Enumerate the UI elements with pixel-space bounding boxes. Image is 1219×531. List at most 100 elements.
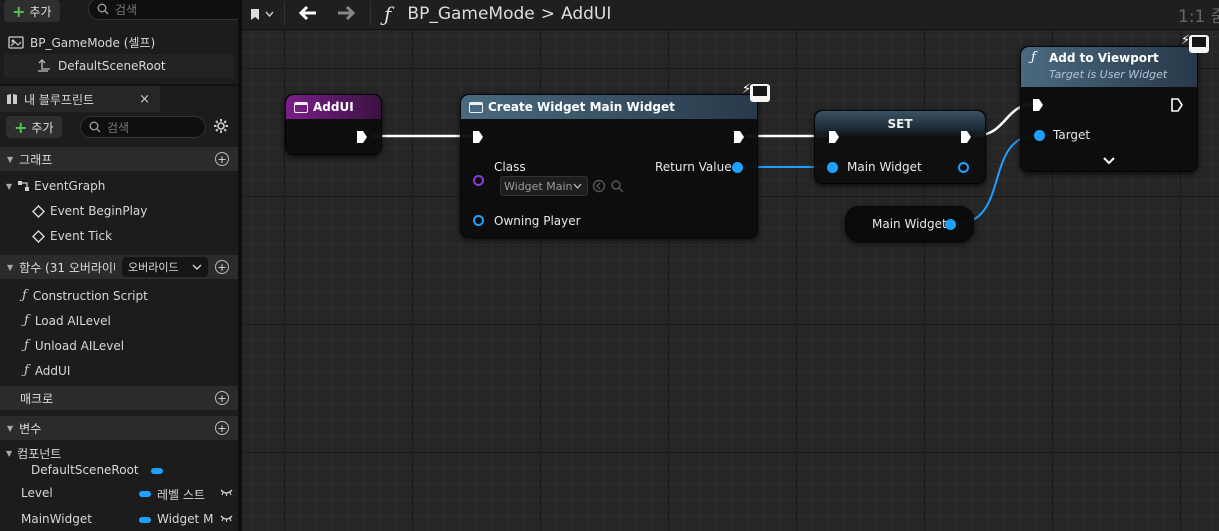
section-variables-label: 변수 [19, 421, 42, 436]
add-graph-icon[interactable]: + [215, 152, 229, 166]
authority-bolt-icon: ⚡ [742, 82, 752, 97]
use-selected-icon[interactable] [592, 179, 606, 193]
client-only-monitor-icon [1189, 35, 1209, 53]
variable-item-defaultsceneroot[interactable]: DefaultSceneRoot [31, 463, 231, 477]
collapse-arrow-icon: ▼ [6, 449, 13, 458]
exec-in-pin[interactable] [1032, 98, 1044, 112]
set-node[interactable]: SET Main Widget [814, 110, 986, 184]
plus-icon: + [12, 1, 26, 21]
class-select-value: Widget Main [504, 179, 573, 193]
construction-function-icon: ƒ [22, 288, 27, 303]
variable-category-components[interactable]: ▼ 컴포넌트 [6, 445, 61, 462]
main-widget-getter-node[interactable]: Main Widget [845, 206, 974, 242]
node-window-icon [294, 101, 308, 113]
main-widget-output-pin[interactable] [958, 162, 969, 173]
object-type-pill-icon [139, 491, 151, 497]
variable-item-mainwidget[interactable]: MainWidget Widget M [21, 512, 235, 526]
getter-label: Main Widget [872, 217, 947, 231]
event-diamond-icon [32, 229, 45, 243]
add-variable-icon[interactable]: + [215, 421, 229, 435]
blueprint-icon [8, 35, 24, 49]
exec-out-pin[interactable] [960, 130, 972, 144]
add-to-viewport-header: ƒ Add to Viewport Target is User Widget [1021, 47, 1197, 87]
add-macro-icon[interactable]: + [215, 391, 229, 405]
top-search-placeholder: 검색 [115, 2, 138, 17]
object-type-pill-icon [139, 517, 151, 523]
function-item-addui[interactable]: ƒ AddUI [24, 363, 70, 378]
expand-chevron-icon[interactable] [1103, 157, 1115, 165]
add-function-icon[interactable]: + [215, 260, 229, 274]
component-root-label: BP_GameMode (셀프) [30, 35, 156, 50]
function-item-label: AddUI [34, 363, 71, 378]
book-icon [7, 94, 17, 104]
graph-item-tick[interactable]: Event Tick [32, 229, 112, 243]
search-icon [89, 121, 101, 133]
variable-name: Level [21, 486, 53, 500]
function-item-loadailevel[interactable]: ƒ Load AILevel [24, 313, 111, 328]
section-functions-label: 함수 (31 오버라이더블 [19, 260, 115, 275]
section-variables[interactable]: ▼ 변수 + [0, 416, 238, 440]
function-item-label: Unload AILevel [34, 338, 125, 353]
top-add-label: 추가 [29, 4, 52, 19]
create-widget-node[interactable]: Create Widget Main Widget Class Widget M… [460, 94, 758, 238]
component-root-item[interactable]: BP_GameMode (셀프) [8, 33, 155, 51]
function-icon: ƒ [24, 363, 29, 378]
search-input[interactable]: 검색 [80, 116, 206, 138]
eye-closed-icon[interactable] [220, 489, 233, 496]
scene-root-icon [38, 59, 50, 72]
function-item-construction[interactable]: ƒ Construction Script [22, 288, 148, 303]
my-blueprint-tab[interactable]: 내 블루프린트 × [0, 86, 160, 112]
top-search-input[interactable]: 검색 [88, 0, 238, 20]
function-item-label: Construction Script [32, 288, 148, 303]
exec-out-pin[interactable] [1171, 98, 1183, 112]
target-pin[interactable] [1034, 130, 1045, 141]
section-macros[interactable]: 매크로 + [0, 386, 238, 410]
variable-item-level[interactable]: Level 레벨 스트 [21, 486, 235, 502]
add-to-viewport-node[interactable]: ƒ Add to Viewport Target is User Widget … [1020, 46, 1198, 172]
graph-item-label: EventGraph [34, 179, 106, 193]
variable-type: 레벨 스트 [157, 488, 205, 502]
getter-output-pin[interactable] [945, 219, 956, 230]
variable-type: Widget M [157, 512, 214, 526]
add-to-viewport-subtitle: Target is User Widget [1049, 68, 1168, 81]
target-pin-label: Target [1053, 128, 1091, 142]
exec-in-pin[interactable] [472, 130, 484, 144]
override-dropdown-label: 오버라이드 [128, 261, 179, 274]
left-panel: + 추가 검색 BP_GameMode (셀프) DefaultSceneRoo… [0, 0, 238, 531]
override-dropdown[interactable]: 오버라이드 [122, 257, 208, 277]
graph-canvas[interactable]: ƒ BP_GameMode > AddUI 1:1 줌 AddUI Create… [242, 0, 1219, 531]
component-child-item[interactable]: DefaultSceneRoot [4, 54, 234, 78]
browse-search-icon[interactable] [610, 179, 624, 193]
collapse-arrow-icon: ▼ [6, 181, 13, 191]
section-graphs[interactable]: ▼ 그래프 + [0, 147, 238, 171]
graph-item-eventgraph[interactable]: ▼ EventGraph [6, 179, 105, 193]
exec-out-pin[interactable] [733, 130, 745, 144]
class-select[interactable]: Widget Main [500, 176, 588, 196]
eye-closed-icon[interactable] [220, 515, 233, 522]
exec-out-pin[interactable] [356, 130, 368, 144]
add-button[interactable]: + 추가 [6, 116, 62, 138]
graph-icon [18, 181, 30, 191]
event-diamond-icon [32, 204, 45, 218]
function-icon: ƒ [1031, 50, 1036, 65]
top-add-button[interactable]: + 추가 [4, 0, 60, 22]
tab-close-icon[interactable]: × [139, 92, 150, 107]
gear-icon[interactable] [213, 118, 229, 134]
main-widget-input-pin[interactable] [827, 162, 838, 173]
collapse-arrow-icon: ▼ [7, 423, 14, 433]
function-item-unloadailevel[interactable]: ƒ Unload AILevel [24, 338, 124, 353]
exec-in-pin[interactable] [828, 130, 840, 144]
client-only-monitor-icon [750, 84, 770, 102]
class-pin[interactable] [473, 175, 484, 186]
variable-category-label: 컴포넌트 [17, 447, 62, 461]
component-child-label: DefaultSceneRoot [58, 59, 166, 73]
return-value-pin[interactable] [732, 162, 743, 173]
node-window-icon [469, 101, 483, 113]
chevron-down-icon [573, 183, 582, 189]
add-to-viewport-title: Add to Viewport [1049, 51, 1159, 65]
owning-player-pin[interactable] [473, 215, 484, 226]
addui-function-entry-node[interactable]: AddUI [285, 94, 382, 155]
graph-item-beginplay[interactable]: Event BeginPlay [32, 204, 147, 218]
section-functions[interactable]: ▼ 함수 (31 오버라이더블 오버라이드 + [0, 255, 238, 279]
section-macros-label: 매크로 [20, 391, 54, 406]
